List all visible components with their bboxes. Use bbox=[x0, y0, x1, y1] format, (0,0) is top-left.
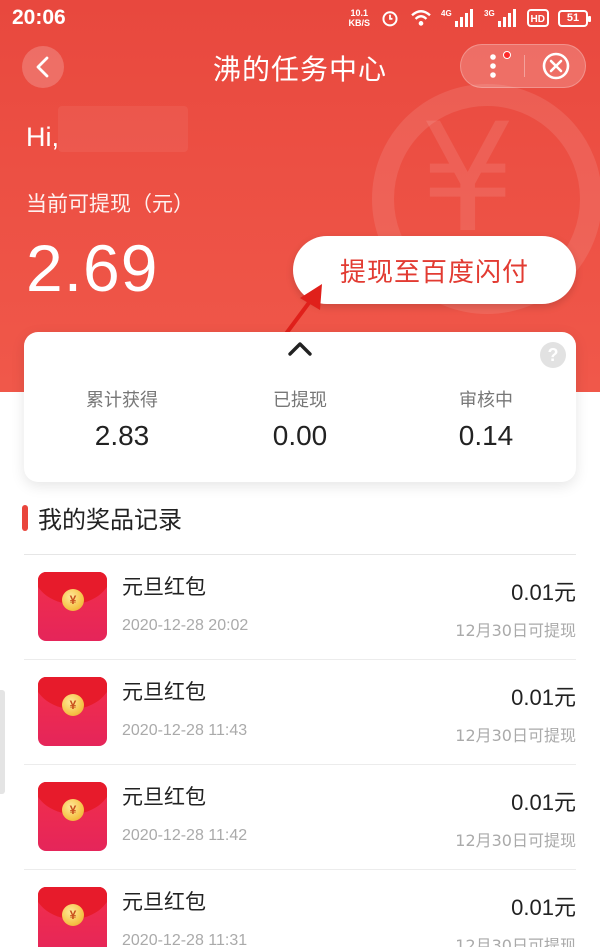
record-datetime: 2020-12-28 11:43 bbox=[122, 722, 248, 739]
record-datetime: 2020-12-28 11:42 bbox=[122, 827, 248, 844]
network-speed-unit: KB/S bbox=[348, 18, 370, 28]
red-envelope-icon: ¥ bbox=[38, 677, 107, 746]
mini-program-capsule bbox=[460, 44, 586, 88]
record-amount: 0.01元 bbox=[511, 895, 576, 920]
svg-text:HD: HD bbox=[531, 14, 545, 25]
signal-4g-icon: 4G bbox=[441, 9, 473, 27]
status-bar: 20:06 10.1 KB/S 4G 3G HD 51 bbox=[0, 0, 600, 36]
section-title: 我的奖品记录 bbox=[22, 500, 182, 535]
list-item[interactable]: ¥ 元旦红包 2020-12-28 11:42 0.01元 12月30日可提现 bbox=[24, 765, 576, 870]
stat-total-earned: 累计获得 2.83 bbox=[30, 386, 214, 452]
network-speed-value: 10.1 bbox=[350, 8, 368, 18]
section-accent-bar bbox=[22, 504, 28, 531]
collapse-caret-icon[interactable] bbox=[286, 338, 314, 358]
red-envelope-icon: ¥ bbox=[38, 887, 107, 947]
list-item[interactable]: ¥ 元旦红包 2020-12-28 20:02 0.01元 12月30日可提现 bbox=[24, 555, 576, 660]
stat-withdrawn: 已提现 0.00 bbox=[208, 386, 392, 452]
more-vertical-icon bbox=[490, 54, 496, 78]
stat-value: 2.83 bbox=[94, 420, 150, 451]
close-button[interactable] bbox=[525, 45, 587, 87]
stat-value: 0.00 bbox=[272, 420, 328, 451]
balance-label: 当前可提现（元） bbox=[26, 192, 194, 216]
record-amount: 0.01元 bbox=[511, 790, 576, 815]
stat-label: 审核中 bbox=[459, 390, 513, 411]
record-title: 元旦红包 bbox=[122, 575, 206, 599]
yen-coin-icon: ¥ bbox=[62, 904, 84, 926]
record-amount: 0.01元 bbox=[511, 685, 576, 710]
signal-4g-label: 4G bbox=[441, 9, 452, 18]
record-datetime: 2020-12-28 11:31 bbox=[122, 932, 248, 947]
alarm-icon bbox=[382, 11, 398, 27]
stat-label: 累计获得 bbox=[86, 390, 158, 411]
hd-icon: HD bbox=[527, 9, 549, 27]
record-title: 元旦红包 bbox=[122, 890, 206, 914]
record-note: 12月30日可提现 bbox=[455, 831, 576, 850]
yen-coin-icon: ¥ bbox=[62, 589, 84, 611]
stats-card: ? 累计获得 2.83 已提现 0.00 审核中 0.14 bbox=[24, 332, 576, 482]
help-icon[interactable]: ? bbox=[540, 342, 566, 368]
stat-under-review: 审核中 0.14 bbox=[394, 386, 578, 452]
wifi-icon bbox=[411, 10, 431, 26]
yen-coin-icon: ¥ bbox=[62, 799, 84, 821]
battery-indicator: 51 bbox=[558, 9, 591, 27]
status-time: 20:06 bbox=[12, 6, 66, 29]
record-note: 12月30日可提现 bbox=[455, 726, 576, 745]
more-button[interactable] bbox=[461, 45, 525, 87]
notification-dot bbox=[503, 51, 511, 59]
section-title-text: 我的奖品记录 bbox=[38, 506, 182, 534]
title-bar: 沸的任务中心 bbox=[0, 36, 600, 96]
yen-watermark-glyph: ¥ bbox=[420, 92, 516, 266]
signal-3g-icon: 3G bbox=[484, 9, 516, 27]
list-item[interactable]: ¥ 元旦红包 2020-12-28 11:31 0.01元 12月30日可提现 bbox=[24, 870, 576, 947]
stat-label: 已提现 bbox=[273, 390, 327, 411]
record-amount: 0.01元 bbox=[511, 580, 576, 605]
close-circle-icon bbox=[542, 52, 570, 80]
side-drawer-handle[interactable] bbox=[0, 690, 5, 794]
yen-coin-icon: ¥ bbox=[62, 694, 84, 716]
record-note: 12月30日可提现 bbox=[455, 936, 576, 947]
red-envelope-icon: ¥ bbox=[38, 782, 107, 851]
red-envelope-icon: ¥ bbox=[38, 572, 107, 641]
stat-value: 0.14 bbox=[458, 420, 514, 451]
username-redacted bbox=[58, 106, 188, 152]
record-datetime: 2020-12-28 20:02 bbox=[122, 617, 249, 634]
balance-value: 2.69 bbox=[26, 231, 159, 305]
greeting-text: Hi, bbox=[26, 122, 59, 152]
record-title: 元旦红包 bbox=[122, 680, 206, 704]
signal-3g-label: 3G bbox=[484, 9, 495, 18]
status-icons: 10.1 KB/S 4G 3G HD 51 bbox=[348, 8, 591, 28]
record-note: 12月30日可提现 bbox=[455, 621, 576, 640]
network-speed: 10.1 KB/S bbox=[348, 8, 370, 28]
list-item[interactable]: ¥ 元旦红包 2020-12-28 11:43 0.01元 12月30日可提现 bbox=[24, 660, 576, 765]
record-title: 元旦红包 bbox=[122, 785, 206, 809]
